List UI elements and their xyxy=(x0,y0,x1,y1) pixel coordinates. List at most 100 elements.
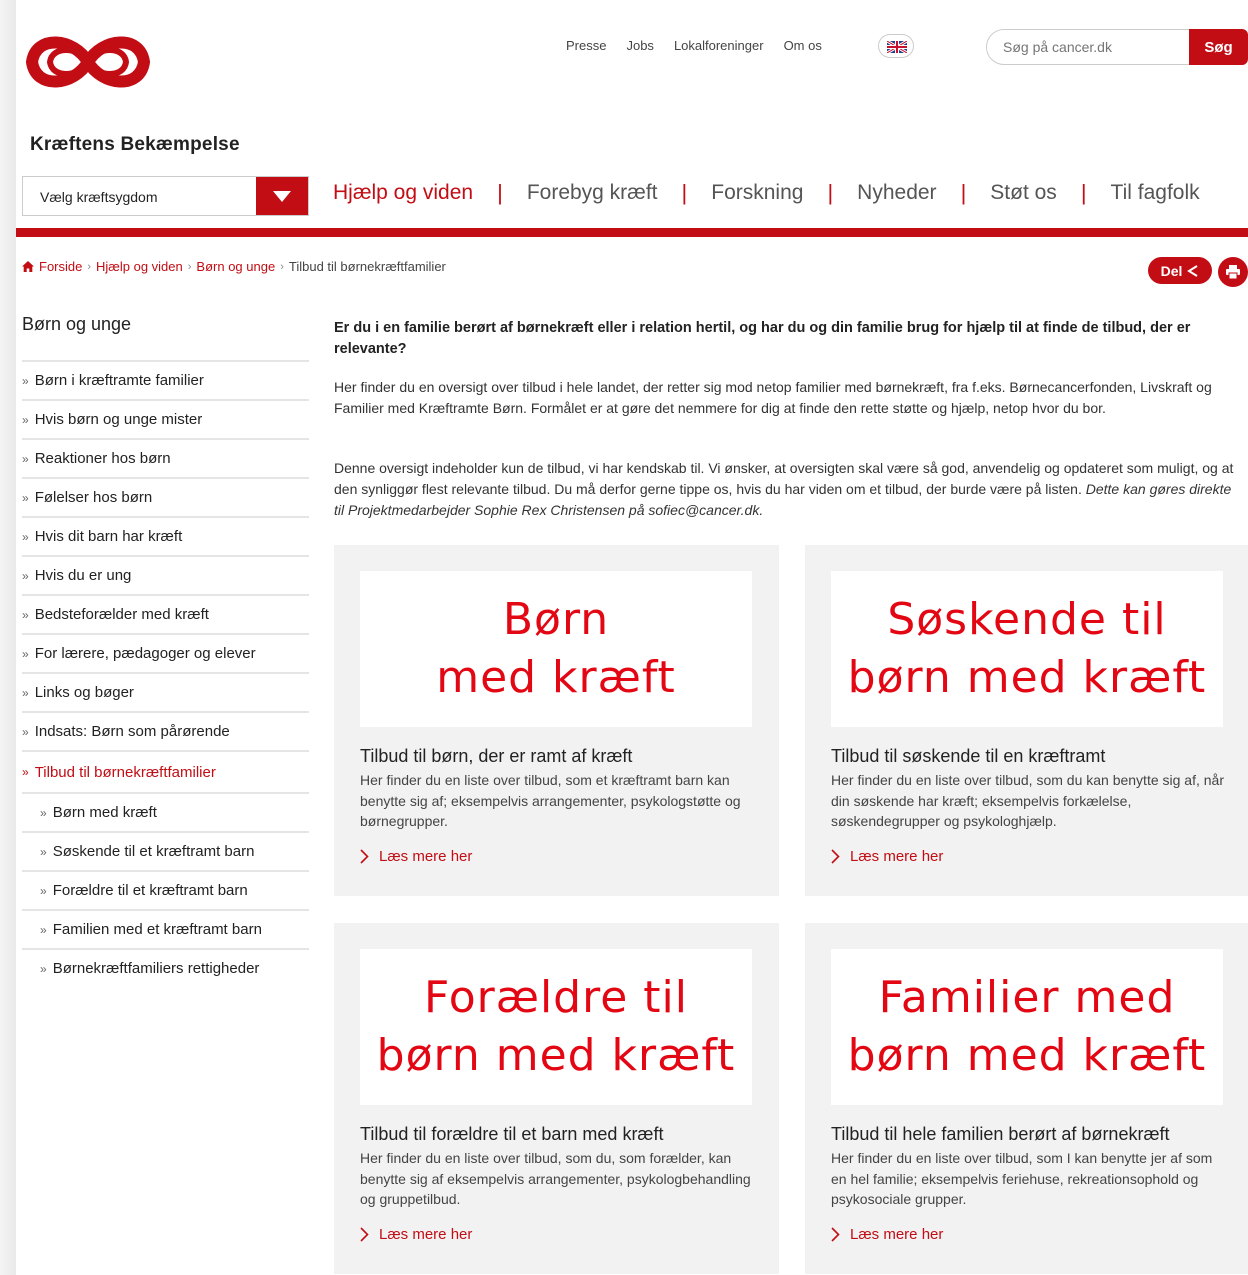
home-icon xyxy=(22,261,34,272)
breadcrumb-forside[interactable]: Forside xyxy=(39,259,82,274)
chevron-right-icon: » xyxy=(22,373,29,388)
sidebar-item-label: Bedsteforælder med kræft xyxy=(34,606,209,623)
read-more-label: Læs mere her xyxy=(850,1226,944,1243)
offer-card[interactable]: Børn med kræft Tilbud til børn, der er ra… xyxy=(334,545,779,896)
sidebar-item-foelelser-hos-boern[interactable]: » Følelser hos børn xyxy=(22,477,309,516)
sidebar-item-label: Hvis du er ung xyxy=(34,567,132,584)
banner-line: Børn xyxy=(502,594,610,645)
sidebar-item-hvis-du-er-ung[interactable]: » Hvis du er ung xyxy=(22,555,309,594)
chevron-right-icon: » xyxy=(22,607,29,622)
share-label: Del xyxy=(1160,262,1183,279)
sidebar-item-for-laerere[interactable]: » For lærere, pædagoger og elever xyxy=(22,633,309,672)
sidebar-item-indsats[interactable]: » Indsats: Børn som pårørende xyxy=(22,711,309,750)
read-more-link[interactable]: Læs mere her xyxy=(360,848,472,865)
sidebar-item-label: Tilbud til børnekræftfamilier xyxy=(34,763,216,781)
read-more-label: Læs mere her xyxy=(379,848,473,865)
chevron-right-icon xyxy=(360,1227,369,1242)
chevron-right-icon: » xyxy=(22,765,29,779)
sidebar-item-label: Søskende til et kræftramt barn xyxy=(52,843,255,860)
offer-card[interactable]: Søskende til børn med kræft Tilbud til sø… xyxy=(805,545,1248,896)
read-more-link[interactable]: Læs mere her xyxy=(360,1226,472,1243)
sidebar-item-bedsteforaelder-med-kraeft[interactable]: » Bedsteforælder med kræft xyxy=(22,594,309,633)
sidebar-item-label: Forældre til et kræftramt barn xyxy=(52,882,248,899)
topnav-jobs[interactable]: Jobs xyxy=(626,38,653,53)
sidebar-item-tilbud-active[interactable]: » Tilbud til børnekræftfamilier xyxy=(22,750,309,792)
main-nav: Hjælp og viden | Forebyg kræft | Forskni… xyxy=(333,180,1200,206)
topnav-om-os[interactable]: Om os xyxy=(784,38,822,53)
chevron-right-icon: » xyxy=(22,490,29,505)
search-input[interactable] xyxy=(986,29,1196,65)
card-title[interactable]: Tilbud til hele familien berørt af børne… xyxy=(831,1124,1231,1145)
nav-separator: | xyxy=(1080,180,1087,205)
mainnav-stoet-os[interactable]: Støt os xyxy=(990,181,1057,205)
breadcrumb: Forside › Hjælp og viden › Børn og unge … xyxy=(22,259,446,274)
card-title[interactable]: Tilbud til børn, der er ramt af kræft xyxy=(360,746,760,767)
disease-select-label: Vælg kræftsygdom xyxy=(40,189,158,205)
sidebar-subitem-familien[interactable]: » Familien med et kræftramt barn xyxy=(22,909,309,948)
sidebar-subitem-foraeldre[interactable]: » Forældre til et kræftramt barn xyxy=(22,870,309,909)
nav-separator: | xyxy=(497,180,503,205)
chevron-right-icon xyxy=(831,1227,840,1242)
disease-select[interactable]: Vælg kræftsygdom xyxy=(22,176,309,216)
dropdown-arrow[interactable] xyxy=(256,177,308,215)
sidebar-item-label: Følelser hos børn xyxy=(34,489,153,506)
sidebar-subitem-rettigheder[interactable]: » Børnekræftfamiliers rettigheder xyxy=(22,948,309,987)
nav-separator: | xyxy=(960,180,967,205)
breadcrumb-current: Tilbud til børnekræftfamilier xyxy=(288,259,446,274)
nav-separator: | xyxy=(827,180,834,205)
sidebar-subitem-boern-med-kraeft[interactable]: » Børn med kræft xyxy=(22,792,309,831)
sidebar-item-label: Børn med kræft xyxy=(52,804,157,821)
card-description: Her finder du en liste over tilbud, som … xyxy=(360,772,741,829)
mainnav-hjaelp-og-viden[interactable]: Hjælp og viden xyxy=(333,181,473,205)
chevron-right-icon: » xyxy=(40,883,47,898)
card-banner: Søskende til børn med kræft xyxy=(831,571,1223,727)
sidebar-subitem-soeskende[interactable]: » Søskende til et kræftramt barn xyxy=(22,831,309,870)
sidebar-item-boern-i-kraeftramte-familier[interactable]: » Børn i kræftramte familier xyxy=(22,360,309,399)
sidebar-item-links-og-boeger[interactable]: » Links og bøger xyxy=(22,672,309,711)
mainnav-forebyg-kraeft[interactable]: Forebyg kræft xyxy=(527,181,658,205)
topnav-lokalforeninger[interactable]: Lokalforeninger xyxy=(674,38,764,53)
chevron-right-icon: » xyxy=(22,724,29,739)
logo-text: Kræftens Bekæmpelse xyxy=(30,134,240,155)
language-switch[interactable] xyxy=(878,34,914,58)
banner-line: Forældre til xyxy=(423,972,688,1023)
print-button[interactable] xyxy=(1218,257,1248,287)
sidebar-item-label: Links og bøger xyxy=(34,684,134,701)
chevron-right-icon: » xyxy=(22,529,29,544)
breadcrumb-boern-og-unge[interactable]: Børn og unge xyxy=(196,259,275,274)
mainnav-forskning[interactable]: Forskning xyxy=(711,181,803,205)
card-description: Her finder du en liste over tilbud, som … xyxy=(360,1150,751,1207)
sidebar-item-label: Børn i kræftramte familier xyxy=(34,372,204,389)
card-description: Her finder du en liste over tilbud, som … xyxy=(831,772,1224,829)
breadcrumb-hjaelp-og-viden[interactable]: Hjælp og viden xyxy=(96,259,183,274)
chevron-right-icon: » xyxy=(22,451,29,466)
chevron-right-icon: » xyxy=(22,412,29,427)
sidebar-item-label: Indsats: Børn som pårørende xyxy=(34,723,230,740)
nav-underline-bar xyxy=(16,228,1248,237)
page-left-edge xyxy=(0,0,16,1275)
mainnav-til-fagfolk[interactable]: Til fagfolk xyxy=(1111,181,1200,205)
logo-mark-icon xyxy=(25,36,151,88)
search-button[interactable]: Søg xyxy=(1189,29,1248,65)
offer-card[interactable]: Forældre til børn med kræft Tilbud til fo… xyxy=(334,923,779,1274)
offer-card[interactable]: Familier med børn med kræft Tilbud til he… xyxy=(805,923,1248,1274)
sidebar-item-hvis-dit-barn-har-kraeft[interactable]: » Hvis dit barn har kræft xyxy=(22,516,309,555)
read-more-link[interactable]: Læs mere her xyxy=(831,848,943,865)
sidebar-item-reaktioner-hos-boern[interactable]: » Reaktioner hos børn xyxy=(22,438,309,477)
banner-line: med kræft xyxy=(436,652,676,703)
card-title[interactable]: Tilbud til forældre til et barn med kræf… xyxy=(360,1124,760,1145)
banner-line: børn med kræft xyxy=(847,1030,1207,1081)
top-nav: Presse Jobs Lokalforeninger Om os xyxy=(566,38,822,53)
read-more-link[interactable]: Læs mere her xyxy=(831,1226,943,1243)
breadcrumb-separator: › xyxy=(187,260,192,273)
mainnav-nyheder[interactable]: Nyheder xyxy=(857,181,936,205)
sidebar-item-hvis-boern-og-unge-mister[interactable]: » Hvis børn og unge mister xyxy=(22,399,309,438)
logo[interactable]: Kræftens Bekæmpelse xyxy=(22,26,262,155)
share-button[interactable]: Del xyxy=(1148,257,1212,284)
chevron-right-icon: » xyxy=(40,805,47,820)
sidebar-item-label: Hvis dit barn har kræft xyxy=(34,528,183,545)
card-title[interactable]: Tilbud til søskende til en kræftramt xyxy=(831,746,1231,767)
topnav-presse[interactable]: Presse xyxy=(566,38,606,53)
read-more-label: Læs mere her xyxy=(850,848,944,865)
page: Kræftens Bekæmpelse Presse Jobs Lokalfor… xyxy=(16,0,1248,1275)
